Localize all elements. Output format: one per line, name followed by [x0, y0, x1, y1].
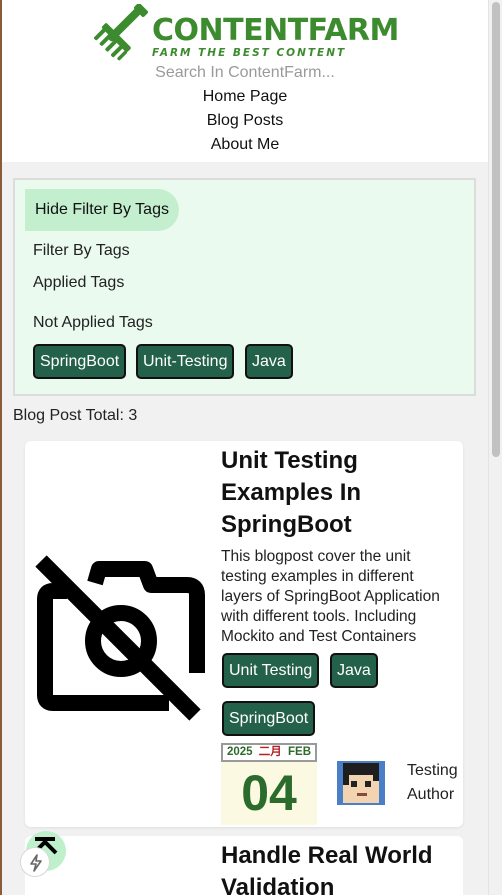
- lightning-icon: [30, 854, 42, 872]
- blog-post-total: Blog Post Total: 3: [13, 407, 138, 424]
- rake-icon: [94, 4, 148, 61]
- filter-tag-unit-testing[interactable]: Unit-Testing: [136, 344, 235, 379]
- applied-tags-label: Applied Tags: [33, 274, 125, 291]
- date-header: 2025 二月 FEB: [221, 743, 317, 762]
- filter-tag-java[interactable]: Java: [245, 344, 293, 379]
- date-month-cn: 二月: [258, 746, 282, 758]
- filter-by-tags-label: Filter By Tags: [33, 242, 130, 259]
- not-applied-tags-label: Not Applied Tags: [33, 314, 153, 331]
- date-year: 2025: [227, 746, 253, 758]
- search-input[interactable]: [122, 62, 368, 84]
- page-viewport: CONTENTFARM FARM THE BEST CONTENT Home P…: [2, 0, 488, 895]
- author-avatar: [337, 761, 385, 805]
- hide-filter-button[interactable]: Hide Filter By Tags: [25, 189, 179, 231]
- post-tag-unit-testing[interactable]: Unit Testing: [222, 653, 320, 688]
- site-header: CONTENTFARM FARM THE BEST CONTENT Home P…: [2, 0, 488, 162]
- quick-action-button[interactable]: [20, 847, 50, 877]
- nav-about-me[interactable]: About Me: [2, 135, 488, 155]
- post-description: This blogpost cover the unit testing exa…: [221, 548, 440, 645]
- camera-off-icon: [35, 555, 205, 721]
- nav-blog-posts[interactable]: Blog Posts: [2, 111, 488, 131]
- nav-home-page[interactable]: Home Page: [2, 87, 488, 107]
- site-logo[interactable]: CONTENTFARM FARM THE BEST CONTENT: [94, 4, 399, 61]
- post-tag-springboot[interactable]: SpringBoot: [222, 701, 316, 736]
- tag-filter-panel: Hide Filter By Tags Filter By Tags Appli…: [13, 178, 476, 396]
- logo-tagline: FARM THE BEST CONTENT: [152, 47, 347, 59]
- logo-title: CONTENTFARM: [152, 13, 399, 48]
- post-title[interactable]: Handle Real World Validation: [221, 840, 461, 895]
- scrollbar-thumb[interactable]: [492, 2, 500, 457]
- blog-post-card[interactable]: Handle Real World Validation: [25, 836, 463, 895]
- date-month: FEB: [288, 746, 311, 758]
- blog-post-card[interactable]: Unit Testing Examples In SpringBoot This…: [25, 441, 463, 827]
- filter-tag-springboot[interactable]: SpringBoot: [33, 344, 127, 379]
- post-date: 2025 二月 FEB 04: [221, 743, 317, 825]
- post-author[interactable]: Testing Author: [407, 759, 467, 807]
- page-scrollbar[interactable]: [488, 0, 502, 895]
- post-tag-java[interactable]: Java: [330, 653, 378, 688]
- post-title[interactable]: Unit Testing Examples In SpringBoot: [221, 445, 461, 541]
- date-day: 04: [241, 765, 297, 821]
